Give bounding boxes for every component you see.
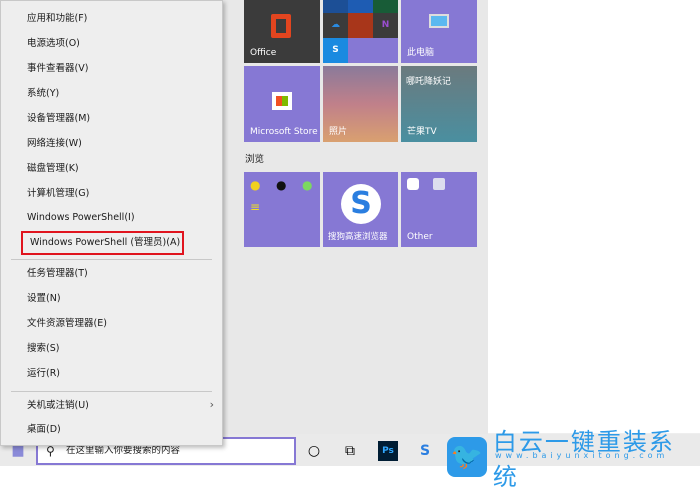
menu-separator bbox=[11, 391, 212, 392]
menu-item-event-viewer[interactable]: 事件查看器(V) bbox=[27, 59, 88, 79]
menu-item-shutdown[interactable]: 关机或注销(U) bbox=[27, 396, 89, 416]
sogou-icon: S bbox=[341, 184, 381, 224]
menu-item-network[interactable]: 网络连接(W) bbox=[27, 134, 82, 154]
skype-icon: S bbox=[323, 38, 348, 63]
tile-office[interactable]: Office bbox=[244, 0, 320, 63]
photoshop-icon[interactable]: Ps bbox=[378, 441, 398, 461]
store-icon bbox=[272, 92, 292, 110]
wechat-icon: ● bbox=[302, 178, 313, 192]
menu-item-search[interactable]: 搜索(S) bbox=[27, 339, 59, 359]
tile-office-apps[interactable]: ☁ N S bbox=[323, 0, 398, 63]
menu-item-device-manager[interactable]: 设备管理器(M) bbox=[27, 109, 90, 129]
onenote-icon: N bbox=[373, 13, 398, 38]
menu-item-computer-mgmt[interactable]: 计算机管理(G) bbox=[27, 184, 89, 204]
menu-item-apps[interactable]: 应用和功能(F) bbox=[27, 9, 87, 29]
tile-sogou-browser[interactable]: S 搜狗高速浏览器 bbox=[323, 172, 398, 247]
tile-this-pc[interactable]: 此电脑 bbox=[401, 0, 477, 63]
tile-label: Office bbox=[250, 48, 277, 58]
tile-label: Microsoft Store bbox=[250, 127, 318, 137]
tile-other[interactable]: Other bbox=[401, 172, 477, 247]
bird-icon: 🐦 bbox=[447, 437, 487, 477]
desktop-area bbox=[488, 0, 700, 434]
menu-item-system[interactable]: 系统(Y) bbox=[27, 84, 59, 104]
task-view-icon[interactable]: ⧉ bbox=[340, 441, 360, 461]
search-placeholder: 在这里输入你要搜索的内容 bbox=[66, 445, 181, 456]
chevron-right-icon: › bbox=[209, 398, 214, 411]
tile-mango-tv[interactable]: 哪吒降妖记 芒果TV bbox=[401, 66, 477, 142]
tile-microsoft-store[interactable]: Microsoft Store bbox=[244, 66, 320, 142]
group-title: 浏览 bbox=[245, 154, 265, 165]
computer-icon bbox=[429, 14, 449, 28]
tile-photos[interactable]: 照片 bbox=[323, 66, 398, 142]
tile-label: Other bbox=[407, 232, 433, 242]
menu-item-explorer[interactable]: 文件资源管理器(E) bbox=[27, 314, 107, 334]
menu-item-task-manager[interactable]: 任务管理器(T) bbox=[27, 264, 88, 284]
word-icon bbox=[348, 0, 373, 13]
menu-item-powershell[interactable]: Windows PowerShell(I) bbox=[27, 208, 135, 228]
tile-label: 搜狗高速浏览器 bbox=[328, 232, 388, 242]
app-icon bbox=[433, 178, 445, 190]
cortana-icon[interactable]: ○ bbox=[304, 441, 324, 461]
menu-item-powershell-admin[interactable]: Windows PowerShell (管理员)(A) bbox=[21, 231, 184, 255]
outlook-icon bbox=[323, 0, 348, 13]
tile-label: 此电脑 bbox=[407, 48, 435, 58]
watermark-logo: 🐦 白云一键重装系统 www.baiyunxitong.com bbox=[447, 422, 700, 492]
notes-icon: ≡ bbox=[250, 200, 261, 214]
winx-context-menu: 应用和功能(F) 电源选项(O) 事件查看器(V) 系统(Y) 设备管理器(M)… bbox=[0, 0, 223, 446]
office-icon bbox=[271, 14, 291, 38]
menu-item-power[interactable]: 电源选项(O) bbox=[27, 34, 80, 54]
onedrive-icon: ☁ bbox=[323, 13, 348, 38]
music-icon: ● bbox=[250, 178, 261, 192]
sogou-taskbar-icon[interactable]: S bbox=[415, 441, 435, 461]
menu-item-disk[interactable]: 磁盘管理(K) bbox=[27, 159, 79, 179]
tile-label: 芒果TV bbox=[407, 127, 437, 137]
tile-folder-apps[interactable]: ● ● ● ≡ bbox=[244, 172, 320, 247]
app-icon bbox=[407, 178, 419, 190]
menu-item-run[interactable]: 运行(R) bbox=[27, 364, 60, 384]
qq-icon: ● bbox=[276, 178, 287, 192]
tile-live-text: 哪吒降妖记 bbox=[406, 77, 452, 87]
menu-item-settings[interactable]: 设置(N) bbox=[27, 289, 61, 309]
powerpoint-icon bbox=[348, 13, 373, 38]
excel-icon bbox=[373, 0, 398, 13]
menu-separator bbox=[11, 259, 212, 260]
watermark-url: www.baiyunxitong.com bbox=[495, 451, 669, 460]
tile-label: 照片 bbox=[329, 127, 348, 137]
menu-item-desktop[interactable]: 桌面(D) bbox=[27, 420, 61, 440]
